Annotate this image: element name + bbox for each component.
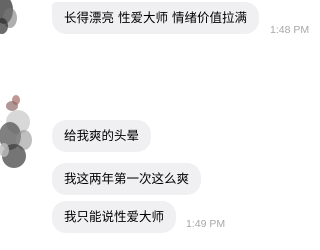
avatar-image <box>0 92 36 174</box>
avatar-image <box>0 0 22 36</box>
message-bubble[interactable]: 我这两年第一次这么爽 <box>52 163 202 195</box>
message-bubble[interactable]: 给我爽的头晕 <box>52 120 152 152</box>
message-timestamp: 1:49 PM <box>186 218 226 230</box>
contact-avatar[interactable] <box>0 92 36 174</box>
message-bubble[interactable]: 长得漂亮 性爱大师 情绪价值拉满 <box>52 2 259 34</box>
message-bubble[interactable]: 我只能说性爱大师 <box>52 201 177 233</box>
chat-thread: 长得漂亮 性爱大师 情绪价值拉满 1:48 PM 给我爽的头晕 我这两年第一次这… <box>0 0 320 250</box>
contact-avatar[interactable] <box>0 0 22 36</box>
message-timestamp: 1:48 PM <box>270 24 310 36</box>
